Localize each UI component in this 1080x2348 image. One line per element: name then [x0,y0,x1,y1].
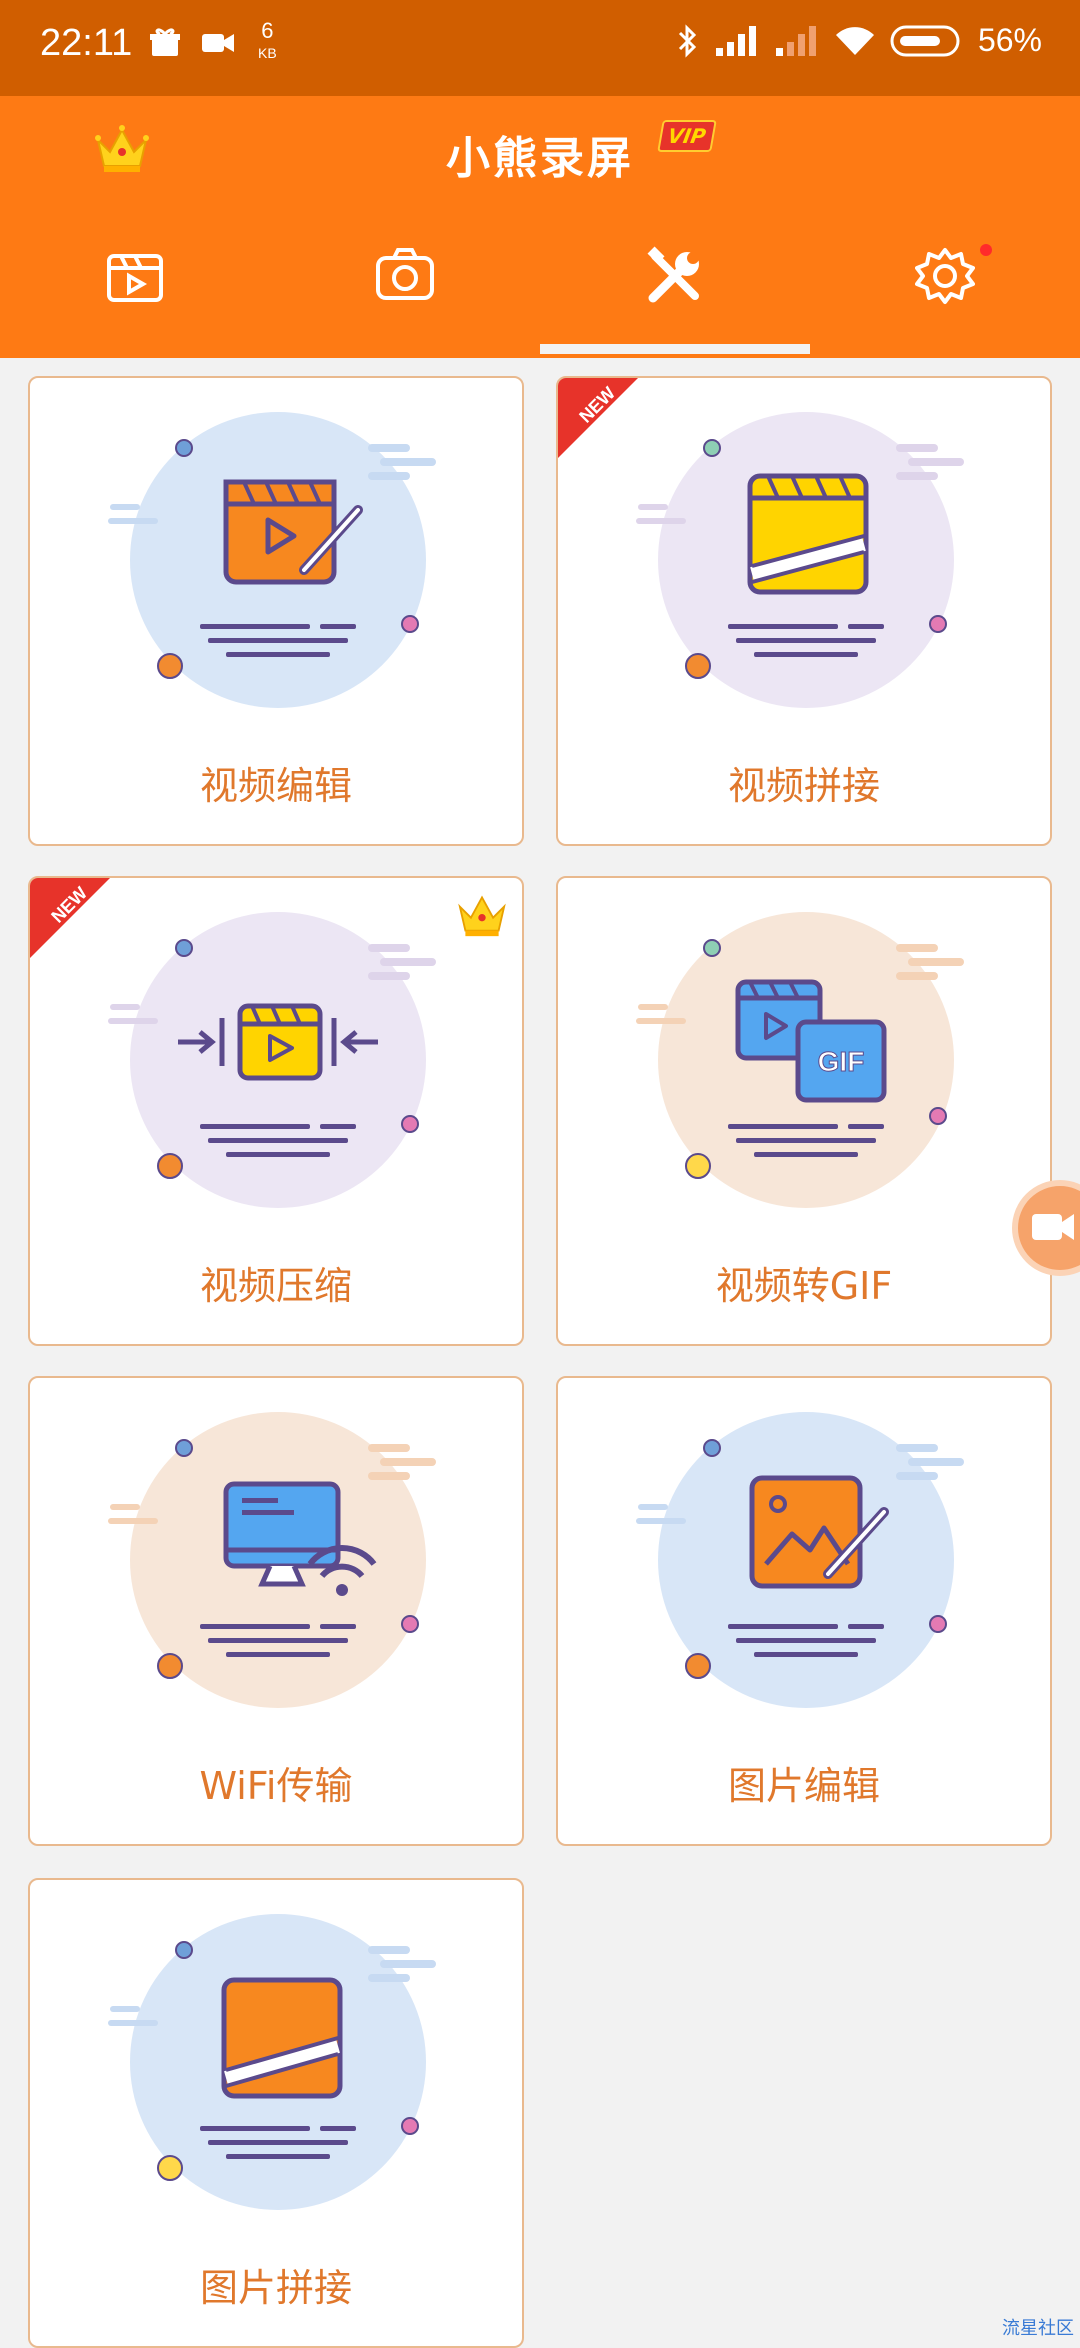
tool-label: 图片编辑 [727,1764,880,1808]
camera-icon [376,248,434,300]
tool-card-video-merge[interactable]: NEW 视频拼接 [556,376,1052,846]
video-to-gif-icon: GIF [636,912,964,1208]
tab-tools[interactable] [540,232,810,358]
tab-recordings[interactable] [0,232,270,358]
video-clapper-icon [107,254,163,302]
status-bar: 22:11 6 KB 56% [0,0,1080,96]
wifi-transfer-icon [108,1412,436,1708]
tools-icon [647,246,699,303]
battery-icon [890,25,960,56]
settings-icon [915,248,975,304]
tool-card-image-merge[interactable]: 图片拼接 [28,1878,524,2348]
signal-icon [775,25,816,56]
tool-label: 视频拼接 [727,764,880,808]
gift-icon [150,28,180,56]
vip-badge: VIP [657,120,717,152]
image-edit-icon [636,1412,964,1708]
bluetooth-icon [678,23,697,58]
status-left-icons [148,26,236,60]
net-speed: 6 KB [258,20,277,64]
net-speed-unit: KB [258,45,277,61]
new-ribbon: NEW [558,378,638,458]
video-icon [202,34,234,52]
battery-percent: 56% [977,22,1042,58]
settings-badge-dot [980,244,992,256]
video-camera-icon [1032,1214,1074,1240]
tool-label: 视频转GIF [715,1264,893,1308]
new-ribbon: NEW [30,878,110,958]
signal-icon [715,25,756,56]
tool-card-video-to-gif[interactable]: GIF 视频转GIF [556,876,1052,1346]
tool-label: 视频压缩 [199,1264,352,1308]
tool-card-image-edit[interactable]: 图片编辑 [556,1376,1052,1846]
tool-card-wifi-transfer[interactable]: WiFi传输 [28,1376,524,1846]
tool-label: 图片拼接 [199,2266,352,2310]
gif-label: GIF [818,1046,865,1077]
vip-crown-badge [456,890,508,942]
floating-record-button[interactable] [1012,1180,1080,1276]
main-tabs [0,232,1080,358]
image-merge-icon [108,1914,436,2210]
crown-icon [458,895,506,937]
tool-label: 视频编辑 [199,764,352,808]
net-speed-value: 6 [261,18,274,43]
status-time: 22:11 [40,22,133,64]
status-right-icons: 56% [676,22,1042,59]
tab-screenshots[interactable] [270,232,540,358]
app-header: 小熊录屏 VIP [0,96,1080,358]
tool-card-video-edit[interactable]: 视频编辑 [28,376,524,846]
tool-card-video-compress[interactable]: NEW 视频压缩 [28,876,524,1346]
video-edit-icon [108,412,436,708]
watermark: 流星社区 [1002,2318,1074,2339]
app-title: 小熊录屏 [446,133,634,184]
active-tab-indicator [540,344,810,354]
tool-label: WiFi传输 [199,1764,353,1808]
wifi-icon [835,26,874,55]
tab-settings[interactable] [810,232,1080,358]
